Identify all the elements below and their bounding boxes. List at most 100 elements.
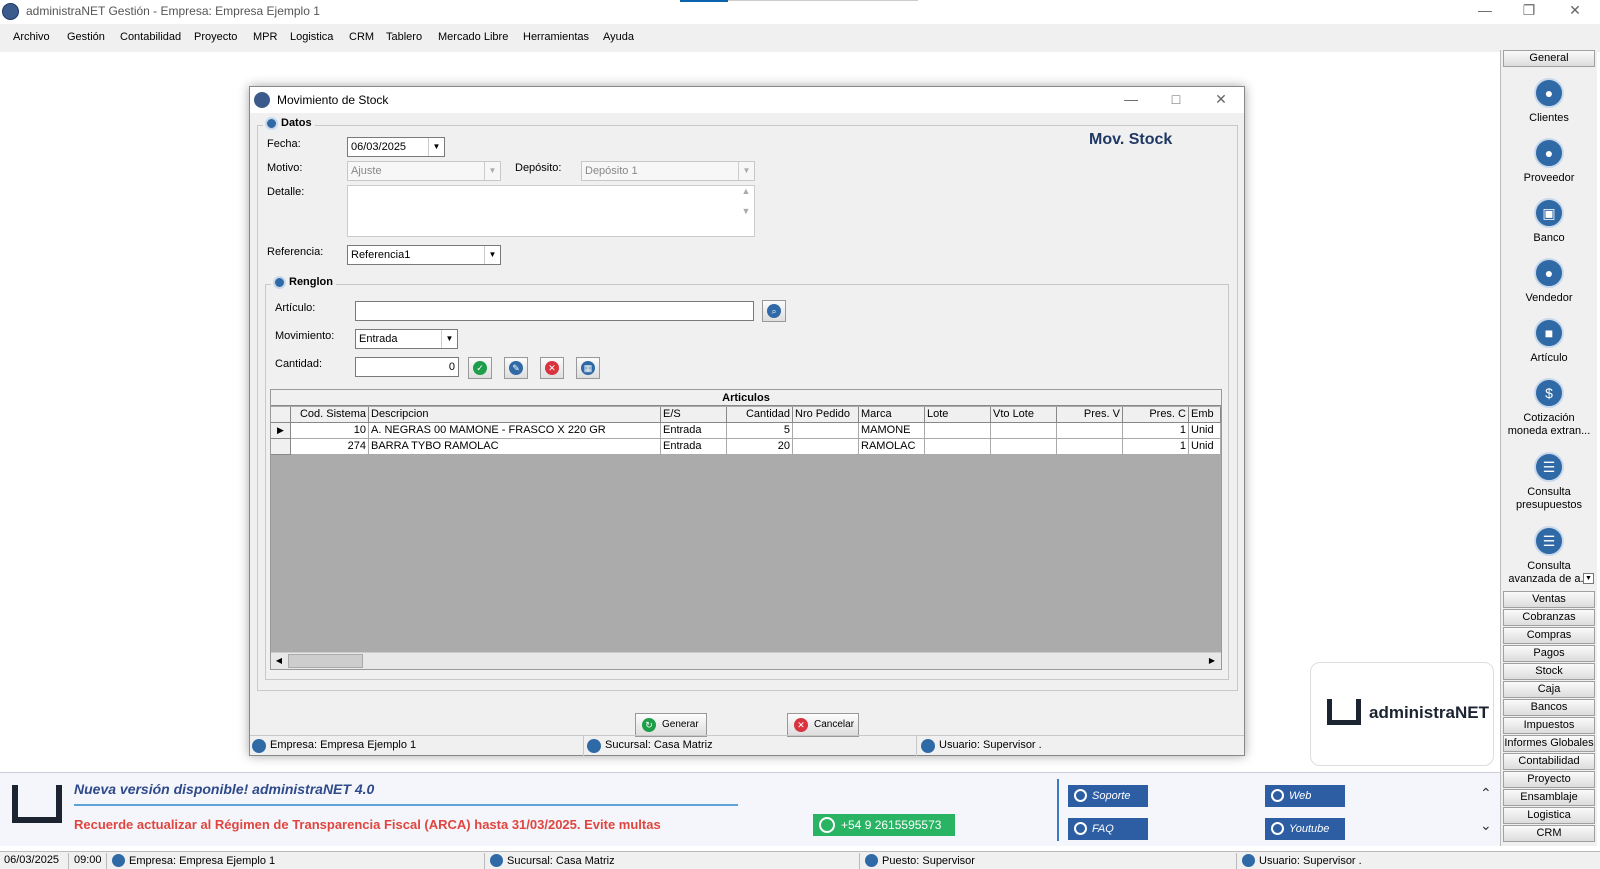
side-section-contabilidad[interactable]: Contabilidad	[1503, 753, 1595, 770]
col-cantidad[interactable]: Cantidad	[727, 407, 793, 423]
menu-crm[interactable]: CRM	[349, 31, 374, 43]
side-item-consulta-presupuestos[interactable]: ☰ Consulta presupuestos	[1503, 452, 1595, 512]
side-section-ventas[interactable]: Ventas	[1503, 591, 1595, 608]
menu-gestion[interactable]: Gestión	[67, 31, 105, 43]
cell-vto-lote[interactable]	[991, 439, 1057, 455]
side-section-compras[interactable]: Compras	[1503, 627, 1595, 644]
side-item-proveedor[interactable]: ● Proveedor	[1503, 138, 1595, 185]
confirm-row-button[interactable]: ✓	[468, 357, 492, 379]
cantidad-input[interactable]: 0	[355, 357, 459, 377]
cell-descripcion[interactable]: A. NEGRAS 00 MAMONE - FRASCO X 220 GR	[369, 423, 661, 439]
side-section-bancos[interactable]: Bancos	[1503, 699, 1595, 716]
cell-es[interactable]: Entrada	[661, 423, 727, 439]
banner-down-icon[interactable]: ⌄	[1480, 817, 1492, 834]
deposito-dropdown-icon[interactable]: ▼	[738, 162, 754, 180]
cell-emb[interactable]: Unid	[1189, 439, 1221, 455]
col-nro-pedido[interactable]: Nro Pedido	[793, 407, 859, 423]
restore-icon[interactable]: ❐	[1514, 2, 1544, 19]
side-item-articulo[interactable]: ■ Artículo	[1503, 318, 1595, 365]
dialog-maximize-icon[interactable]: □	[1161, 91, 1191, 107]
generar-button[interactable]: ↻ Generar	[635, 713, 707, 737]
dialog-minimize-icon[interactable]: —	[1116, 91, 1146, 107]
menu-logistica[interactable]: Logistica	[290, 31, 333, 43]
cell-descripcion[interactable]: BARRA TYBO RAMOLAC	[369, 439, 661, 455]
col-pres-v[interactable]: Pres. V	[1057, 407, 1123, 423]
cell-nro-pedido[interactable]	[793, 423, 859, 439]
side-section-general[interactable]: General	[1503, 50, 1595, 67]
grid-horizontal-scrollbar[interactable]: ◀ ▶	[271, 652, 1221, 669]
fecha-dropdown-icon[interactable]: ▼	[428, 138, 444, 156]
side-section-informes-globales[interactable]: Informes Globales	[1503, 735, 1595, 752]
menu-archivo[interactable]: Archivo	[13, 31, 50, 43]
side-item-consulta-avanzada[interactable]: ☰ Consulta avanzada de a...	[1503, 526, 1595, 586]
side-item-banco[interactable]: ▣ Banco	[1503, 198, 1595, 245]
banner-title[interactable]: Nueva versión disponible! administraNET …	[74, 781, 374, 797]
detalle-textarea[interactable]: ▲ ▼	[347, 185, 755, 237]
menu-mpr[interactable]: MPR	[253, 31, 277, 43]
menu-proyecto[interactable]: Proyecto	[194, 31, 237, 43]
banner-up-icon[interactable]: ⌃	[1480, 785, 1492, 802]
cell-nro-pedido[interactable]	[793, 439, 859, 455]
movimiento-select[interactable]: Entrada ▼	[355, 329, 458, 349]
motivo-dropdown-icon[interactable]: ▼	[484, 162, 500, 180]
soporte-link[interactable]: Soporte	[1068, 785, 1148, 807]
cell-vto-lote[interactable]	[991, 423, 1057, 439]
side-item-clientes[interactable]: ● Clientes	[1503, 78, 1595, 125]
scroll-right-icon[interactable]: ▶	[1204, 654, 1220, 668]
cell-emb[interactable]: Unid	[1189, 423, 1221, 439]
col-pres-c[interactable]: Pres. C	[1123, 407, 1189, 423]
cell-pres-v[interactable]	[1057, 423, 1123, 439]
menu-ayuda[interactable]: Ayuda	[603, 31, 634, 43]
edit-row-button[interactable]: ✎	[504, 357, 528, 379]
referencia-dropdown-icon[interactable]: ▼	[484, 246, 500, 264]
faq-link[interactable]: FAQ	[1068, 818, 1148, 840]
cell-pres-c[interactable]: 1	[1123, 439, 1189, 455]
side-section-logistica[interactable]: Logistica	[1503, 807, 1595, 824]
side-section-crm[interactable]: CRM	[1503, 825, 1595, 842]
side-section-proyecto[interactable]: Proyecto	[1503, 771, 1595, 788]
col-es[interactable]: E/S	[661, 407, 727, 423]
col-cod-sistema[interactable]: Cod. Sistema	[291, 407, 369, 423]
movimiento-dropdown-icon[interactable]: ▼	[441, 330, 457, 348]
cell-pres-c[interactable]: 1	[1123, 423, 1189, 439]
table-row[interactable]: ▶ 10 A. NEGRAS 00 MAMONE - FRASCO X 220 …	[271, 423, 1221, 439]
whatsapp-button[interactable]: +54 9 2615595573	[813, 814, 955, 836]
side-section-caja[interactable]: Caja	[1503, 681, 1595, 698]
cancelar-button[interactable]: ✕ Cancelar	[787, 713, 859, 737]
cell-cod-sistema[interactable]: 274	[291, 439, 369, 455]
articulo-search-button[interactable]: ⌕	[762, 300, 786, 322]
col-emb[interactable]: Emb	[1189, 407, 1221, 423]
side-item-cotizacion[interactable]: $ Cotización moneda extran...	[1503, 378, 1595, 438]
cell-lote[interactable]	[925, 423, 991, 439]
menu-contabilidad[interactable]: Contabilidad	[120, 31, 181, 43]
fecha-field[interactable]: 06/03/2025 ▼	[347, 137, 445, 157]
col-lote[interactable]: Lote	[925, 407, 991, 423]
motivo-select[interactable]: Ajuste ▼	[347, 161, 501, 181]
cell-cantidad[interactable]: 5	[727, 423, 793, 439]
cell-lote[interactable]	[925, 439, 991, 455]
table-row[interactable]: 274 BARRA TYBO RAMOLAC Entrada 20 RAMOLA…	[271, 439, 1221, 455]
cell-pres-v[interactable]	[1057, 439, 1123, 455]
youtube-link[interactable]: Youtube	[1265, 818, 1345, 840]
detalle-scrollbar[interactable]: ▲ ▼	[738, 186, 754, 236]
deposito-select[interactable]: Depósito 1 ▼	[581, 161, 755, 181]
cell-marca[interactable]: RAMOLAC	[859, 439, 925, 455]
side-section-cobranzas[interactable]: Cobranzas	[1503, 609, 1595, 626]
minimize-icon[interactable]: —	[1470, 2, 1500, 18]
scroll-thumb[interactable]	[288, 654, 363, 668]
banner-warning[interactable]: Recuerde actualizar al Régimen de Transp…	[74, 817, 661, 832]
menu-herramientas[interactable]: Herramientas	[523, 31, 589, 43]
web-link[interactable]: Web	[1265, 785, 1345, 807]
delete-row-button[interactable]: ✕	[540, 357, 564, 379]
cell-es[interactable]: Entrada	[661, 439, 727, 455]
cell-cod-sistema[interactable]: 10	[291, 423, 369, 439]
scroll-left-icon[interactable]: ◀	[271, 654, 287, 668]
col-vto-lote[interactable]: Vto Lote	[991, 407, 1057, 423]
side-section-stock[interactable]: Stock	[1503, 663, 1595, 680]
col-marca[interactable]: Marca	[859, 407, 925, 423]
cell-marca[interactable]: MAMONE	[859, 423, 925, 439]
columns-button[interactable]: ▦	[576, 357, 600, 379]
side-section-pagos[interactable]: Pagos	[1503, 645, 1595, 662]
col-descripcion[interactable]: Descripcion	[369, 407, 661, 423]
menu-tablero[interactable]: Tablero	[386, 31, 422, 43]
